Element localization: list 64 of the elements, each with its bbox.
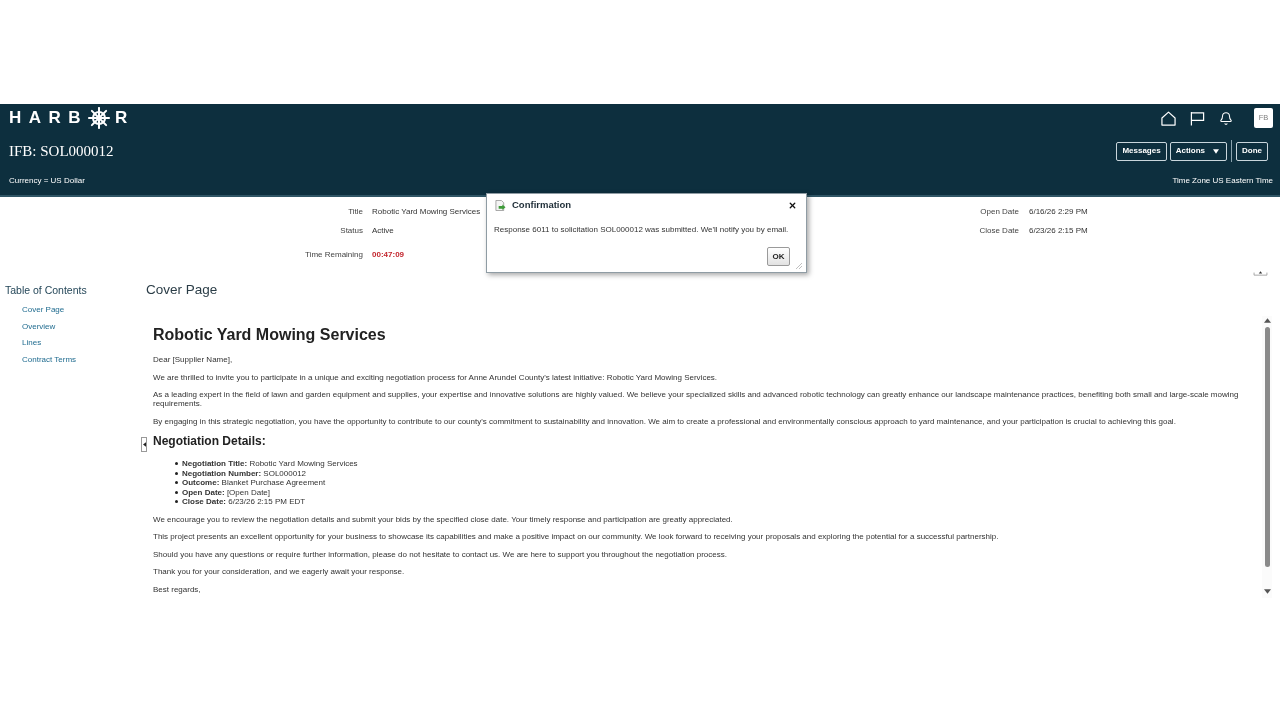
section-title: Cover Page [146, 283, 219, 297]
page-title: IFB: SOL000012 [9, 141, 114, 161]
ship-wheel-icon [88, 107, 111, 129]
field-label: Open Date [980, 205, 1019, 218]
field-value: Robotic Yard Mowing Services [372, 205, 481, 218]
field-value: Active [372, 224, 394, 237]
field-value: 6/23/26 2:15 PM [1029, 224, 1088, 237]
dialog-title: Confirmation [512, 197, 572, 212]
caret-down-icon [1213, 148, 1219, 154]
dialog-message: Response 6011 to solicitation SOL000012 was submitted. We'll notify you by email. [493, 225, 790, 235]
scroll-down-icon[interactable] [1263, 589, 1271, 594]
list-item-text: Negotiation Title: Robotic Yard Mowing Services [182, 459, 358, 469]
time-zone-label: Time Zone US Eastern Time [1172, 175, 1273, 187]
document-paragraph: Best regards, [153, 584, 202, 594]
list-item-text: Negotiation Number: SOL000012 [182, 468, 307, 478]
home-icon[interactable] [1161, 110, 1176, 126]
toc-link[interactable]: Overview [22, 320, 56, 333]
resize-grip-icon[interactable] [796, 263, 802, 269]
close-button[interactable] [788, 200, 797, 210]
header-button[interactable]: Messages [1116, 141, 1167, 161]
bullet-icon [175, 471, 178, 475]
field-value: 00:47:09 [372, 248, 405, 261]
toc-link[interactable]: Contract Terms [22, 353, 77, 366]
currency-label: Currency = US Dollar [9, 175, 85, 187]
list-item-text: Outcome: Blanket Purchase Agreement [182, 478, 326, 488]
document-arrow-icon [495, 199, 506, 211]
menu-button[interactable]: Actions [1169, 141, 1227, 161]
logo-text: R [115, 108, 128, 128]
field-label: Close Date [979, 224, 1019, 237]
document-paragraph: Dear [Supplier Name], [153, 355, 234, 364]
field-label: Title [348, 205, 363, 218]
field-label: Time Remaining [305, 248, 363, 261]
flag-icon[interactable] [1190, 110, 1205, 126]
document-subheading: Negotiation Details: [153, 434, 267, 449]
ok-button[interactable]: OK [767, 247, 790, 266]
document-paragraph: We are thrilled to invite you to participate in a unique and exciting negotiation process for Anne Arundel County's latest initiative: Robotic Yard Mowing Services. [153, 372, 719, 382]
scrollbar[interactable] [1262, 316, 1272, 598]
toc-title: Table of Contents [5, 283, 88, 297]
bullet-icon [175, 481, 178, 485]
document-paragraph: Thank you for your consideration, and we eagerly await your response. [153, 567, 406, 576]
bullet-icon [175, 462, 178, 466]
bullet-icon [175, 500, 178, 504]
bell-icon[interactable] [1219, 110, 1233, 126]
collapse-icon[interactable] [1253, 270, 1268, 276]
document-heading: Robotic Yard Mowing Services [153, 325, 387, 345]
document-paragraph: This project presents an excellent opportunity for your business to showcase its capabilities and make a positive impact on our community. We look forward to receiving your proposals and exploring the potential for a successful partnership. [153, 532, 1000, 541]
caret-left-icon [142, 442, 146, 447]
document-paragraph: As a leading expert in the field of lawn and garden equipment and supplies, your expertise and innovative solutions are highly valued. We believe your specialized skills and advanced robotic technology can greatly enhance our landscape maintenance practices, benefiting both small and large-scale mowing requirements. [153, 390, 1240, 408]
logo-text: HARB [9, 108, 89, 128]
list-item-text: Open Date: [Open Date] [182, 487, 271, 497]
document-paragraph: By engaging in this strategic negotiation, you have the opportunity to contribute to our county's commitment to sustainability and innovation. We aim to create a professional and environmentally conscious approach to yard maintenance, and your participation is crucial to achieving this goal. [153, 416, 1177, 426]
document-paragraph: We encourage you to review the negotiation details and submit your bids by the specified close date. Your timely response and participation are greatly appreciated. [153, 514, 734, 524]
field-label: Status [340, 224, 363, 237]
document-paragraph: Should you have any questions or require further information, please do not hesitate to contact us. We are here to support you throughout the negotiation process. [153, 549, 728, 559]
scroll-thumb[interactable] [1264, 327, 1270, 567]
toc-link[interactable]: Lines [22, 337, 42, 350]
field-value: 6/16/26 2:29 PM [1029, 205, 1088, 218]
bullet-icon [175, 490, 178, 494]
toc-link[interactable]: Cover Page [22, 304, 65, 317]
list-item-text: Close Date: 6/23/26 2:15 PM EDT [182, 497, 306, 507]
header-button[interactable]: Done [1236, 141, 1268, 161]
collapse-button[interactable] [141, 437, 147, 452]
scroll-up-icon[interactable] [1263, 318, 1271, 323]
close-icon [788, 200, 797, 210]
